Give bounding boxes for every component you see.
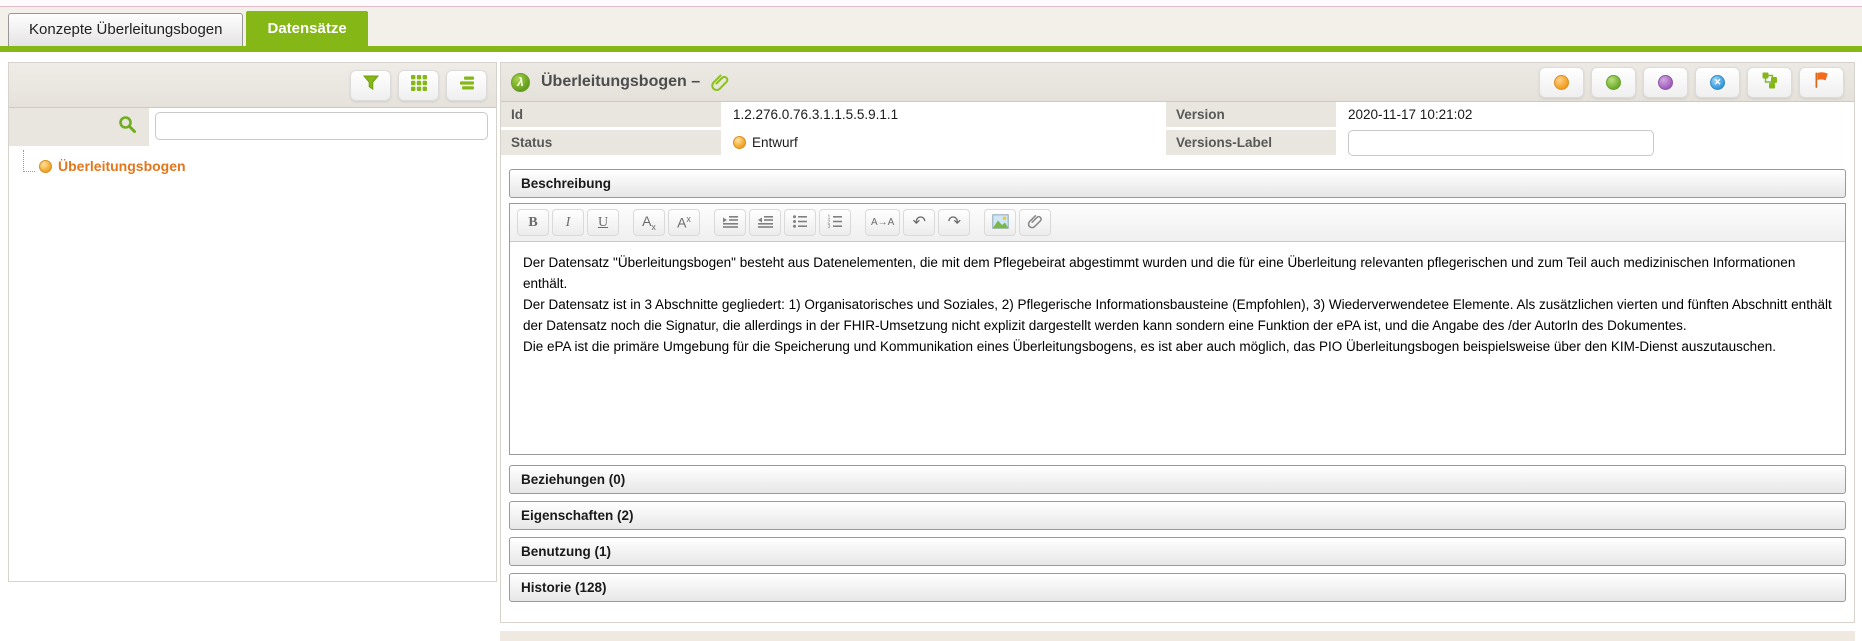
- description-paragraph: Der Datensatz "Überleitungsbogen" besteh…: [523, 252, 1832, 294]
- tree-connector: [23, 150, 35, 172]
- tree-toolbar: [9, 63, 496, 108]
- status-value: Entwurf: [721, 130, 1166, 158]
- translate-button[interactable]: A→A: [865, 209, 900, 236]
- image-icon: [992, 214, 1009, 232]
- detail-header: λ Überleitungsbogen – ✕: [501, 63, 1854, 102]
- versions-label-label: Versions-Label: [1166, 130, 1336, 158]
- status-pending-button[interactable]: [1643, 67, 1688, 98]
- version-value: 2020-11-17 10:21:02: [1336, 102, 1854, 130]
- cancel-status-icon: ✕: [1710, 75, 1725, 90]
- tab-strip: Konzepte Überleitungsbogen Datensätze: [0, 7, 1862, 46]
- underline-icon: U: [598, 215, 608, 231]
- tree-node-ueberleitungsbogen[interactable]: Überleitungsbogen: [23, 158, 496, 174]
- redo-icon: ↷: [948, 215, 961, 231]
- undo-icon: ↶: [913, 215, 926, 231]
- subscript-icon: Ax: [642, 213, 656, 232]
- section-beschreibung[interactable]: Beschreibung: [509, 169, 1846, 198]
- description-paragraph: Der Datensatz ist in 3 Abschnitte geglie…: [523, 294, 1832, 336]
- indent-button[interactable]: [714, 209, 746, 236]
- id-value: 1.2.276.0.76.3.1.1.5.5.9.1.1: [721, 102, 1166, 130]
- bullet-list-icon: [792, 214, 808, 232]
- tree-panel: Überleitungsbogen: [8, 62, 497, 582]
- detail-panel: λ Überleitungsbogen – ✕: [500, 62, 1855, 623]
- versions-label-cell: [1336, 130, 1854, 158]
- flag-icon: [1813, 71, 1830, 94]
- superscript-button[interactable]: Ax: [668, 209, 700, 236]
- redo-button[interactable]: ↷: [938, 209, 970, 236]
- dataset-tree: Überleitungsbogen: [9, 146, 496, 174]
- numbered-list-icon: 123: [827, 214, 843, 232]
- tree-view-button[interactable]: [1747, 67, 1792, 98]
- detail-body: Beschreibung B I U Ax Ax: [501, 158, 1854, 602]
- draft-status-icon: [1554, 75, 1569, 90]
- bold-button[interactable]: B: [517, 209, 549, 236]
- description-editor: B I U Ax Ax: [509, 203, 1846, 455]
- tree-search-input[interactable]: [155, 112, 488, 140]
- draft-status-icon: [733, 136, 746, 149]
- underline-button[interactable]: U: [587, 209, 619, 236]
- section-historie[interactable]: Historie (128): [509, 573, 1846, 602]
- section-eigenschaften[interactable]: Eigenschaften (2): [509, 501, 1846, 530]
- tab-konzepte-ueberleitungsbogen[interactable]: Konzepte Überleitungsbogen: [8, 13, 243, 46]
- grid-icon: [410, 74, 428, 97]
- numbered-list-button[interactable]: 123: [819, 209, 851, 236]
- insert-image-button[interactable]: [984, 209, 1016, 236]
- bullet-list-button[interactable]: [784, 209, 816, 236]
- link-icon: [1027, 213, 1043, 232]
- translate-icon: A→A: [871, 217, 894, 228]
- search-icon: [118, 115, 137, 139]
- description-paragraph: Die ePA ist die primäre Umgebung für die…: [523, 336, 1832, 357]
- insert-link-button[interactable]: [1019, 209, 1051, 236]
- filter-icon: [362, 74, 380, 97]
- dataset-icon: λ: [511, 73, 530, 92]
- subscript-button[interactable]: Ax: [633, 209, 665, 236]
- search-icon-cell: [9, 108, 149, 146]
- attachment-icon[interactable]: [710, 72, 730, 92]
- grid-view-button[interactable]: [398, 70, 439, 101]
- section-benutzung[interactable]: Benutzung (1): [509, 537, 1846, 566]
- top-strip: [0, 0, 1862, 7]
- section-beziehungen[interactable]: Beziehungen (0): [509, 465, 1846, 494]
- pending-status-icon: [1658, 75, 1673, 90]
- id-label: Id: [501, 102, 721, 130]
- status-text: Entwurf: [752, 135, 798, 150]
- tree-node-label: Überleitungsbogen: [58, 158, 186, 174]
- bottom-strip: [500, 631, 1855, 641]
- italic-icon: I: [566, 215, 571, 231]
- accent-bar: [0, 46, 1862, 52]
- status-cancel-button[interactable]: ✕: [1695, 67, 1740, 98]
- svg-text:3: 3: [828, 224, 831, 229]
- undo-button[interactable]: ↶: [903, 209, 935, 236]
- editor-toolbar: B I U Ax Ax: [510, 204, 1845, 242]
- version-label: Version: [1166, 102, 1336, 130]
- status-final-button[interactable]: [1591, 67, 1636, 98]
- description-text[interactable]: Der Datensatz "Überleitungsbogen" besteh…: [510, 242, 1845, 454]
- final-status-icon: [1606, 75, 1621, 90]
- tab-datensaetze[interactable]: Datensätze: [246, 11, 367, 46]
- hierarchy-icon: [1761, 71, 1779, 94]
- status-draft-button[interactable]: [1539, 67, 1584, 98]
- superscript-icon: Ax: [677, 214, 691, 231]
- status-label: Status: [501, 130, 721, 158]
- bold-icon: B: [528, 215, 537, 231]
- draft-status-icon: [39, 160, 52, 173]
- tree-search-row: [9, 108, 496, 146]
- outline-view-button[interactable]: [446, 70, 487, 101]
- outdent-button[interactable]: [749, 209, 781, 236]
- outdent-icon: [757, 214, 774, 232]
- flag-button[interactable]: [1799, 67, 1844, 98]
- detail-title: Überleitungsbogen –: [541, 73, 700, 91]
- outline-icon: [458, 75, 476, 96]
- italic-button[interactable]: I: [552, 209, 584, 236]
- versions-label-input[interactable]: [1348, 130, 1654, 156]
- filter-button[interactable]: [350, 70, 391, 101]
- indent-icon: [722, 214, 739, 232]
- metadata-grid: Id 1.2.276.0.76.3.1.1.5.5.9.1.1 Version …: [501, 102, 1854, 158]
